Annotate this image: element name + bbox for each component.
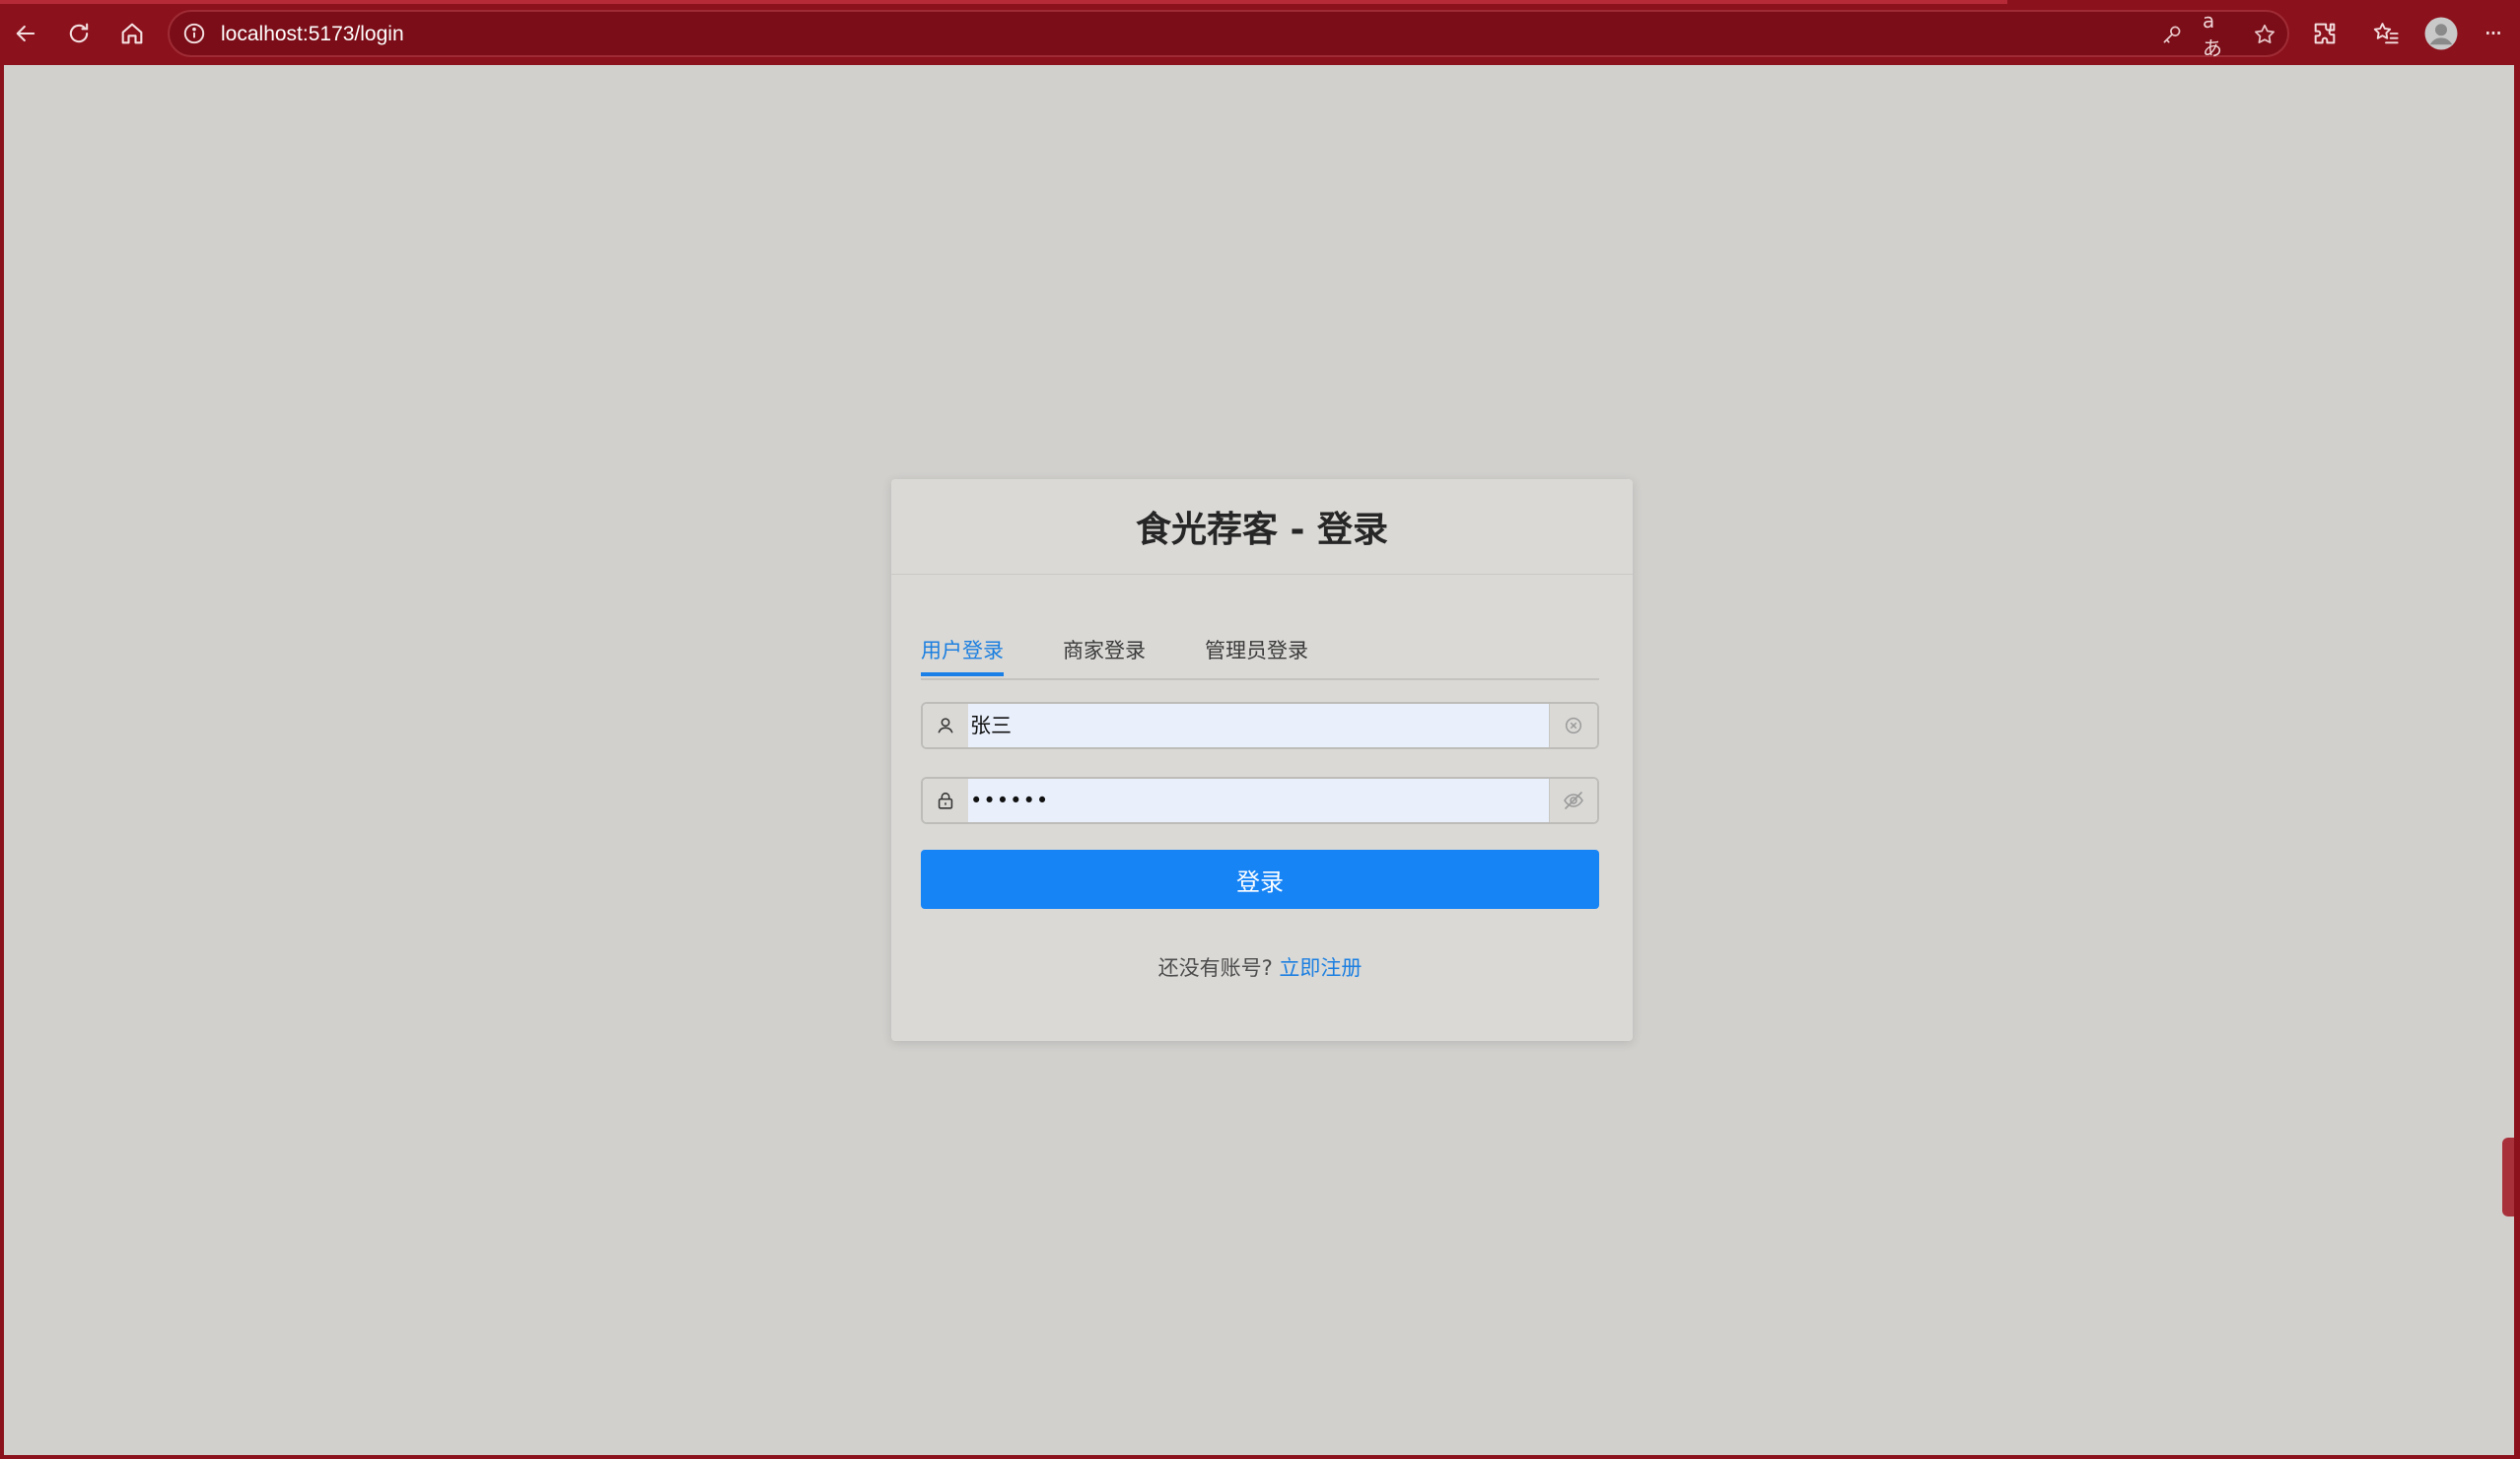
home-icon[interactable] [112,14,152,53]
back-arrow-icon[interactable] [6,14,45,53]
login-type-tabs: 用户登录 商家登录 管理员登录 [921,637,1599,680]
card-header: 食光荐客 - 登录 [891,479,1633,575]
card-body: 用户登录 商家登录 管理员登录 张三 •••••• 登录 还没有账号? 立即注册 [921,574,1599,980]
password-input[interactable]: •••••• [970,779,1049,822]
info-icon[interactable] [181,21,207,46]
register-link[interactable]: 立即注册 [1279,956,1362,980]
lock-icon [923,779,968,822]
login-button[interactable]: 登录 [921,850,1599,909]
url-text[interactable]: localhost:5173/login [221,20,404,49]
translate-icon[interactable]: aあ [2203,9,2232,60]
page-title: 食光荐客 - 登录 [1135,510,1388,550]
password-field[interactable]: •••••• [921,777,1599,824]
refresh-icon[interactable] [59,14,99,53]
register-prompt-line: 还没有账号? 立即注册 [921,952,1599,982]
username-input[interactable]: 张三 [970,704,1012,747]
tab-user-login[interactable]: 用户登录 [921,637,1004,676]
tab-admin-login[interactable]: 管理员登录 [1205,637,1308,676]
star-icon[interactable] [2250,20,2279,49]
clear-icon[interactable] [1549,704,1597,747]
extensions-icon[interactable] [2305,14,2345,53]
eye-off-icon[interactable] [1549,779,1597,822]
favorites-icon[interactable] [2366,14,2406,53]
username-field[interactable]: 张三 [921,702,1599,749]
scrollbar-handle[interactable] [2502,1138,2514,1216]
more-icon[interactable]: ··· [2473,14,2512,53]
browser-window: localhost:5173/login aあ ··· 食光荐客 - 登录 用户… [0,0,2520,1459]
address-bar[interactable]: localhost:5173/login aあ [168,9,2289,60]
browser-toolbar: localhost:5173/login aあ ··· [0,0,2520,65]
user-icon [923,704,968,747]
login-card: 食光荐客 - 登录 用户登录 商家登录 管理员登录 张三 •••••• 登录 还… [891,479,1633,1041]
page-viewport: 食光荐客 - 登录 用户登录 商家登录 管理员登录 张三 •••••• 登录 还… [4,65,2514,1455]
register-prompt: 还没有账号? [1157,956,1273,980]
key-icon[interactable] [2157,20,2187,49]
tab-merchant-login[interactable]: 商家登录 [1063,637,1146,676]
profile-icon[interactable] [2419,12,2463,55]
